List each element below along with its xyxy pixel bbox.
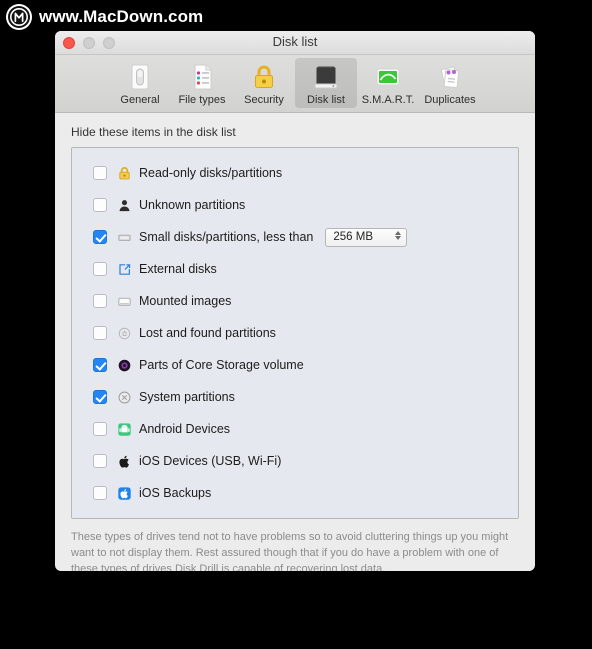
yellow-lock-icon	[116, 165, 132, 181]
unknown-person-icon	[116, 197, 132, 213]
watermark: www.MacDown.com	[6, 4, 203, 30]
preferences-content: Hide these items in the disk list Read-o…	[55, 113, 535, 571]
tab-disk-list[interactable]: Disk list	[295, 58, 357, 108]
checkbox-android-devices[interactable]	[93, 422, 107, 436]
ios-backup-icon	[116, 485, 132, 501]
checkbox-core-storage[interactable]	[93, 358, 107, 372]
list-item[interactable]: Small disks/partitions, less than 256 MB	[72, 221, 518, 253]
list-item[interactable]: External disks	[72, 253, 518, 285]
list-item-label: Lost and found partitions	[139, 326, 276, 340]
window-title: Disk list	[272, 34, 318, 49]
apple-logo-icon	[116, 453, 132, 469]
file-types-document-icon	[187, 61, 217, 93]
tab-label: Disk list	[307, 94, 345, 106]
tab-smart[interactable]: S.M.A.R.T.	[357, 58, 419, 108]
list-item[interactable]: System partitions	[72, 381, 518, 413]
checkbox-unknown-partitions[interactable]	[93, 198, 107, 212]
mounted-image-icon	[116, 293, 132, 309]
checkbox-ios-devices[interactable]	[93, 454, 107, 468]
checkbox-ios-backups[interactable]	[93, 486, 107, 500]
checkbox-external-disks[interactable]	[93, 262, 107, 276]
list-item[interactable]: Parts of Core Storage volume	[72, 349, 518, 381]
tab-label: General	[120, 94, 160, 106]
list-item[interactable]: iOS Devices (USB, Wi-Fi)	[72, 445, 518, 477]
general-switch-icon	[125, 61, 155, 93]
list-item[interactable]: Android Devices	[72, 413, 518, 445]
stepper-arrows-icon[interactable]	[395, 230, 402, 240]
lost-found-icon	[116, 325, 132, 341]
list-item-label: Small disks/partitions, less than	[139, 230, 314, 244]
duplicates-papers-icon	[435, 61, 465, 93]
list-item[interactable]: Lost and found partitions	[72, 317, 518, 349]
smart-monitor-icon	[373, 61, 403, 93]
list-item-label: Parts of Core Storage volume	[139, 358, 304, 372]
watermark-text: www.MacDown.com	[39, 7, 204, 26]
preferences-window: Disk list General File types Security Di…	[55, 31, 535, 571]
small-disk-size-select[interactable]: 256 MB	[325, 227, 408, 247]
list-item-label: Read-only disks/partitions	[139, 166, 283, 180]
list-item[interactable]: Read-only disks/partitions	[72, 157, 518, 189]
preferences-toolbar: General File types Security Disk list S.…	[55, 55, 535, 113]
tab-file-types[interactable]: File types	[171, 58, 233, 108]
list-item-label: System partitions	[139, 390, 235, 404]
disk-list-harddrive-icon	[311, 61, 341, 93]
list-item-label: iOS Backups	[139, 486, 212, 500]
tab-security[interactable]: Security	[233, 58, 295, 108]
small-disk-icon	[116, 229, 132, 245]
system-partition-x-icon	[116, 389, 132, 405]
tab-duplicates[interactable]: Duplicates	[419, 58, 481, 108]
android-robot-icon	[116, 421, 132, 437]
checkbox-read-only-disks[interactable]	[93, 166, 107, 180]
list-item-label: External disks	[139, 262, 217, 276]
list-item[interactable]: Mounted images	[72, 285, 518, 317]
tab-label: Security	[244, 94, 284, 106]
checkbox-small-disks[interactable]	[93, 230, 107, 244]
tab-label: S.M.A.R.T.	[361, 94, 415, 106]
hide-items-list: Read-only disks/partitions Unknown parti…	[71, 147, 519, 519]
checkbox-mounted-images[interactable]	[93, 294, 107, 308]
tab-label: Duplicates	[424, 94, 476, 106]
list-item[interactable]: Unknown partitions	[72, 189, 518, 221]
core-storage-icon	[116, 357, 132, 373]
checkbox-system-partitions[interactable]	[93, 390, 107, 404]
section-label: Hide these items in the disk list	[71, 125, 236, 139]
footnote-text: These types of drives tend not to have p…	[71, 531, 509, 571]
list-item-label: Mounted images	[139, 294, 232, 308]
small-disk-size-value: 256 MB	[333, 231, 374, 243]
list-item[interactable]: iOS Backups	[72, 477, 518, 509]
macdown-m-logo-icon	[6, 4, 32, 30]
title-bar: Disk list	[55, 31, 535, 55]
list-item-label: iOS Devices (USB, Wi-Fi)	[139, 454, 282, 468]
list-item-label: Unknown partitions	[139, 198, 246, 212]
tab-general[interactable]: General	[109, 58, 171, 108]
list-item-label: Android Devices	[139, 422, 231, 436]
security-padlock-icon	[249, 61, 279, 93]
checkbox-lost-and-found[interactable]	[93, 326, 107, 340]
external-disk-arrow-icon	[116, 261, 132, 277]
tab-label: File types	[178, 94, 226, 106]
